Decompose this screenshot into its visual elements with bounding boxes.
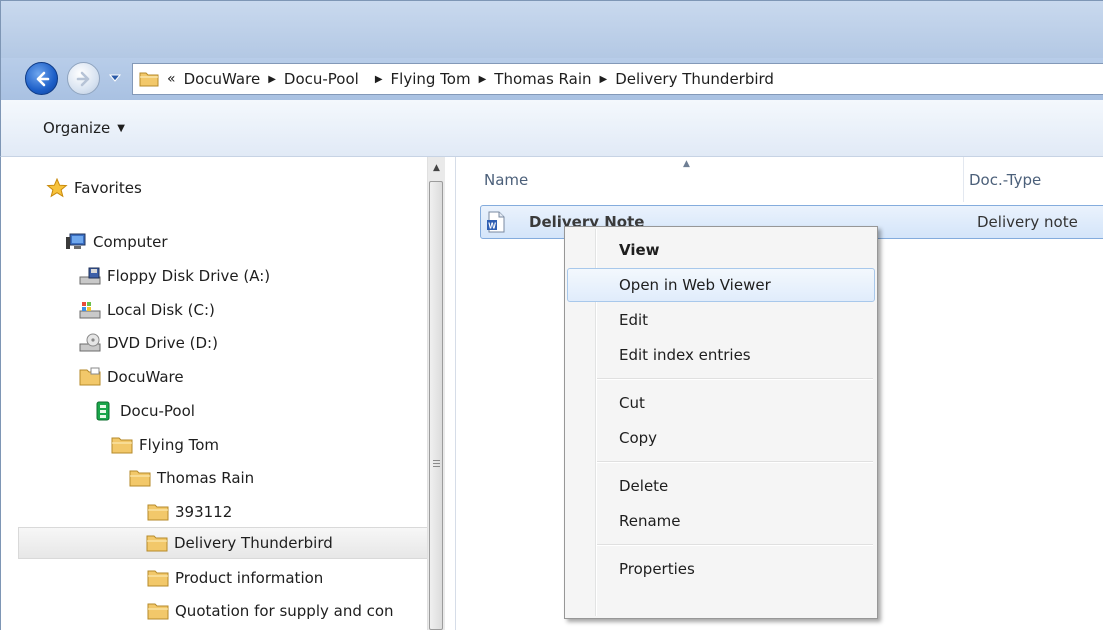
tree-item-label: Favorites [74, 179, 142, 197]
breadcrumb-arrow-icon[interactable]: ▶ [600, 74, 608, 85]
folder-icon [139, 72, 159, 87]
breadcrumb-overflow[interactable]: « [167, 71, 176, 87]
column-separator[interactable] [963, 157, 964, 202]
dvd-drive-icon [79, 333, 101, 353]
breadcrumb-item[interactable]: Delivery Thunderbird [615, 70, 774, 88]
folder-icon [79, 367, 101, 387]
tree-item-label: Delivery Thunderbird [174, 534, 333, 552]
tree-item-local-disk[interactable]: Local Disk (C:) [79, 294, 215, 326]
menu-item-properties[interactable]: Properties [567, 552, 875, 586]
tree-item-favorites[interactable]: Favorites [46, 172, 142, 204]
folder-icon [147, 601, 169, 621]
floppy-drive-icon [79, 266, 101, 286]
svg-text:W: W [488, 222, 496, 231]
folder-icon [111, 435, 133, 455]
menu-separator [597, 544, 873, 546]
menu-item-edit-index-entries[interactable]: Edit index entries [567, 338, 875, 372]
computer-icon [65, 232, 87, 252]
breadcrumb-label: Docu-Pool [283, 70, 359, 88]
tree-item-label: Local Disk (C:) [107, 301, 215, 319]
recent-pages-button[interactable] [107, 70, 123, 86]
organize-label: Organize [43, 119, 111, 137]
menu-item-rename[interactable]: Rename [567, 504, 875, 538]
tree-item-label: Quotation for supply and con [175, 602, 394, 620]
tree-item-docuware[interactable]: DocuWare [79, 361, 184, 393]
navigation-pane-scrollbar[interactable]: ▲ [427, 157, 445, 630]
star-icon [46, 177, 68, 198]
file-doctype: Delivery note [977, 213, 1078, 231]
menu-separator [597, 461, 873, 463]
word-document-icon: W [486, 211, 506, 237]
tree-item-docu-pool[interactable]: Docu-Pool [92, 395, 195, 427]
forward-button[interactable] [67, 62, 100, 95]
scrollbar-thumb[interactable] [429, 181, 443, 630]
tree-item-393112[interactable]: 393112 [147, 496, 232, 528]
scroll-grip-icon [433, 460, 440, 469]
tree-item-label: Computer [93, 233, 168, 251]
menu-item-view[interactable]: View [567, 233, 875, 267]
breadcrumb-item[interactable]: Flying Tom ▶ [391, 70, 495, 88]
context-menu: View Open in Web Viewer Edit Edit index … [564, 226, 878, 619]
menu-item-edit[interactable]: Edit [567, 303, 875, 337]
folder-icon [147, 502, 169, 522]
breadcrumb-item[interactable]: Docu-Pool ▶ [284, 70, 391, 88]
tree-item-delivery-thunderbird[interactable]: Delivery Thunderbird [18, 527, 428, 559]
navigation-bar: « DocuWare ▶ Docu-Pool ▶ Flying Tom ▶ Thoma… [0, 58, 1103, 100]
chevron-down-icon: ▼ [117, 122, 125, 134]
tree-item-product-information[interactable]: Product information [147, 562, 323, 594]
tree-item-floppy[interactable]: Floppy Disk Drive (A:) [79, 260, 270, 292]
folder-icon [129, 468, 151, 488]
breadcrumb-arrow-icon[interactable]: ▶ [479, 74, 487, 85]
tree-item-quotation[interactable]: Quotation for supply and con [147, 595, 394, 627]
column-header-name[interactable]: Name [484, 157, 528, 202]
back-arrow-icon [36, 71, 50, 87]
cabinet-icon [92, 401, 114, 421]
tree-item-computer[interactable]: Computer [65, 226, 168, 258]
breadcrumb-item[interactable]: DocuWare ▶ [184, 70, 284, 88]
breadcrumb-arrow-icon[interactable]: ▶ [268, 74, 276, 85]
chevron-down-icon [108, 74, 122, 82]
tree-item-flying-tom[interactable]: Flying Tom [111, 429, 219, 461]
tree-item-label: DocuWare [107, 368, 184, 386]
sort-ascending-icon: ▲ [683, 159, 690, 169]
menu-item-open-in-web-viewer[interactable]: Open in Web Viewer [567, 268, 875, 302]
breadcrumb-label: Flying Tom [390, 70, 471, 88]
navigation-pane: Favorites Computer Floppy Disk Drive (A:… [0, 157, 455, 630]
breadcrumb-item[interactable]: Thomas Rain ▶ [494, 70, 615, 88]
local-disk-icon [79, 300, 101, 320]
back-button[interactable] [25, 62, 58, 95]
command-toolbar: Organize ▼ [0, 100, 1103, 157]
forward-arrow-icon [76, 71, 90, 87]
breadcrumb-label: DocuWare [183, 70, 261, 88]
tree-item-label: Floppy Disk Drive (A:) [107, 267, 271, 285]
menu-item-delete[interactable]: Delete [567, 469, 875, 503]
tree-item-label: 393112 [175, 503, 233, 521]
menu-item-copy[interactable]: Copy [567, 421, 875, 455]
tree-item-label: Docu-Pool [120, 402, 195, 420]
breadcrumb-label: Thomas Rain [494, 70, 592, 88]
menu-separator [597, 378, 873, 380]
tree-item-dvd[interactable]: DVD Drive (D:) [79, 327, 218, 359]
tree-item-label: Product information [175, 569, 324, 587]
scroll-up-arrow-icon[interactable]: ▲ [428, 157, 445, 177]
tree-item-thomas-rain[interactable]: Thomas Rain [129, 462, 254, 494]
breadcrumb-label: Delivery Thunderbird [615, 70, 774, 88]
folder-icon [147, 568, 169, 588]
menu-item-cut[interactable]: Cut [567, 386, 875, 420]
organize-button[interactable]: Organize ▼ [43, 119, 125, 137]
tree-item-label: Flying Tom [139, 436, 220, 454]
window-title-bar [0, 0, 1103, 58]
tree-item-label: Thomas Rain [157, 469, 255, 487]
folder-icon [146, 533, 168, 553]
address-bar[interactable]: « DocuWare ▶ Docu-Pool ▶ Flying Tom ▶ Thoma… [132, 63, 1103, 95]
tree-item-label: DVD Drive (D:) [107, 334, 218, 352]
column-header-doctype[interactable]: Doc.-Type [969, 157, 1041, 202]
breadcrumb-arrow-icon[interactable]: ▶ [375, 74, 383, 85]
